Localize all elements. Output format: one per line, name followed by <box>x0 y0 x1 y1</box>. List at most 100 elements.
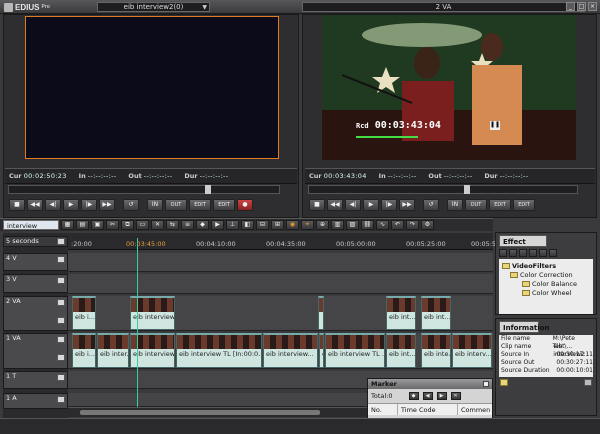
recorder-control-button[interactable]: ▶▶ <box>399 199 415 211</box>
track-header-1a[interactable]: 1 A <box>3 393 68 409</box>
zoom-icon[interactable]: ⊕ <box>316 220 329 230</box>
player-control-button[interactable]: ↺ <box>123 199 139 211</box>
timeline-clip[interactable]: eib interview TL ... <box>325 333 385 368</box>
track-header-4v[interactable]: 4 V <box>3 253 68 271</box>
eye-icon[interactable] <box>57 277 65 284</box>
player-control-button[interactable]: ◀| <box>45 199 61 211</box>
save-icon[interactable]: ▣ <box>91 220 104 230</box>
tree-icon[interactable] <box>499 249 507 257</box>
eye-icon[interactable] <box>57 299 65 306</box>
track-header-3v[interactable]: 3 V <box>3 274 68 293</box>
track-4v[interactable] <box>68 253 493 272</box>
link-icon[interactable]: ⛓ <box>361 220 374 230</box>
recorder-control-button[interactable]: IN <box>447 199 463 211</box>
panel-menu-icon[interactable] <box>584 379 592 386</box>
player-seek-handle[interactable] <box>205 185 211 194</box>
recorder-control-button[interactable]: EDIT <box>489 199 511 211</box>
recorder-control-button[interactable]: EDIT <box>513 199 535 211</box>
ripple-icon[interactable]: ⇆ <box>166 220 179 230</box>
marker-add-icon[interactable]: ◆ <box>408 392 419 400</box>
timeline-clip[interactable]: eib interv... <box>452 333 492 368</box>
tree-item[interactable]: Color Balance <box>502 279 590 288</box>
eye-icon[interactable] <box>57 336 65 343</box>
minimize-button[interactable]: _ <box>566 2 575 11</box>
settings-icon[interactable]: ⚙ <box>421 220 434 230</box>
list-icon[interactable] <box>509 249 517 257</box>
recorder-control-button[interactable]: ■ <box>309 199 325 211</box>
mixer-icon[interactable]: ≡ <box>181 220 194 230</box>
track-1va[interactable]: eib i... eib inter... eib interview eib … <box>68 333 493 369</box>
information-tab[interactable]: Information <box>499 321 549 333</box>
tree-item[interactable]: VideoFilters <box>502 261 590 270</box>
undo-icon[interactable]: ↶ <box>391 220 404 230</box>
player-control-button[interactable]: IN <box>147 199 163 211</box>
speaker-icon[interactable] <box>57 317 65 324</box>
player-control-button[interactable]: ■ <box>9 199 25 211</box>
recorder-control-button[interactable]: ↺ <box>423 199 439 211</box>
track-header-1va[interactable]: 1 VA <box>3 333 68 369</box>
overwrite-icon[interactable]: ▥ <box>331 220 344 230</box>
timeline-clip[interactable]: eib Interview T... <box>319 333 324 368</box>
timeline-clip[interactable]: eib inter... <box>97 333 129 368</box>
player-control-button[interactable]: ● <box>237 199 253 211</box>
tree-item[interactable]: Color Correction <box>502 270 590 279</box>
apply-icon[interactable] <box>529 249 537 257</box>
recorder-seek-bar[interactable] <box>308 185 578 194</box>
effect-tab[interactable]: Effect <box>499 235 547 247</box>
waveform-icon[interactable]: ∿ <box>376 220 389 230</box>
speaker-icon[interactable] <box>57 354 65 361</box>
marker-prev-icon[interactable]: ◀ <box>422 392 433 400</box>
timeline-cursor[interactable] <box>137 238 138 416</box>
timeline-clip[interactable]: eib i... <box>72 333 96 368</box>
scrollbar-thumb[interactable] <box>80 410 320 415</box>
marker-next-icon[interactable]: ▶ <box>436 392 447 400</box>
recorder-control-button[interactable]: ◀◀ <box>327 199 343 211</box>
copy-icon[interactable]: ⧉ <box>121 220 134 230</box>
track-header-1t[interactable]: 1 T <box>3 371 68 389</box>
timescale-selector[interactable]: 5 seconds <box>3 236 68 247</box>
player-control-button[interactable]: ◀◀ <box>27 199 43 211</box>
timeline-clip[interactable]: eib inte... <box>421 333 451 368</box>
folder-icon[interactable] <box>500 379 508 386</box>
eye-icon[interactable] <box>57 374 65 381</box>
timeline-ruler[interactable]: :20:00 00:03:45:00 00:04:10:00 00:04:35:… <box>68 233 500 250</box>
marker-delete-icon[interactable]: ✕ <box>450 392 461 400</box>
render-icon[interactable]: ▶ <box>211 220 224 230</box>
trim-icon[interactable]: ⊟ <box>256 220 269 230</box>
recorder-seek-handle[interactable] <box>464 185 470 194</box>
player-seek-bar[interactable] <box>8 185 280 194</box>
player-control-button[interactable]: EDIT <box>189 199 211 211</box>
player-control-button[interactable]: OUT <box>165 199 187 211</box>
timeline-clip[interactable]: eib int... <box>386 296 416 330</box>
up-icon[interactable] <box>519 249 527 257</box>
recorder-control-button[interactable]: |▶ <box>381 199 397 211</box>
timeline-clip[interactable]: eib int... <box>421 296 451 330</box>
recorder-control-button[interactable]: OUT <box>465 199 487 211</box>
timeline-clip[interactable]: eib i... <box>72 296 96 330</box>
player-control-button[interactable]: ▶ <box>63 199 79 211</box>
track-header-2va[interactable]: 2 VA <box>3 296 68 331</box>
window-mode-selector[interactable]: 2 VA▼ <box>302 2 585 12</box>
sequence-tab[interactable]: interview <box>3 220 59 230</box>
track-2va[interactable]: eib i... eib interview... eib int... eib… <box>68 296 493 331</box>
group-icon[interactable]: ⊞ <box>271 220 284 230</box>
insert-icon[interactable]: ▧ <box>346 220 359 230</box>
timeline-clip[interactable]: eib interview TL [In:00:0... <box>176 333 262 368</box>
close-button[interactable]: × <box>588 2 597 11</box>
snap-icon[interactable]: ⌖ <box>301 220 314 230</box>
razor-icon[interactable]: ◧ <box>241 220 254 230</box>
player-control-button[interactable]: |▶ <box>81 199 97 211</box>
new-sequence-icon[interactable]: ▦ <box>61 220 74 230</box>
paste-icon[interactable]: ▭ <box>136 220 149 230</box>
player-control-button[interactable]: ▶▶ <box>99 199 115 211</box>
sync-lock-icon[interactable]: ◉ <box>286 220 299 230</box>
sequence-selector[interactable]: eib interview2(0) ▼ <box>97 2 210 12</box>
speaker-icon[interactable] <box>57 396 65 403</box>
timeline-clip[interactable] <box>318 296 324 330</box>
cut-icon[interactable]: ✂ <box>106 220 119 230</box>
timeline-clip[interactable]: eib interview... <box>263 333 318 368</box>
tree-item[interactable]: Color Wheel <box>502 288 590 297</box>
maximize-button[interactable]: □ <box>577 2 586 11</box>
eye-icon[interactable] <box>57 256 65 263</box>
folder-icon[interactable] <box>539 249 547 257</box>
